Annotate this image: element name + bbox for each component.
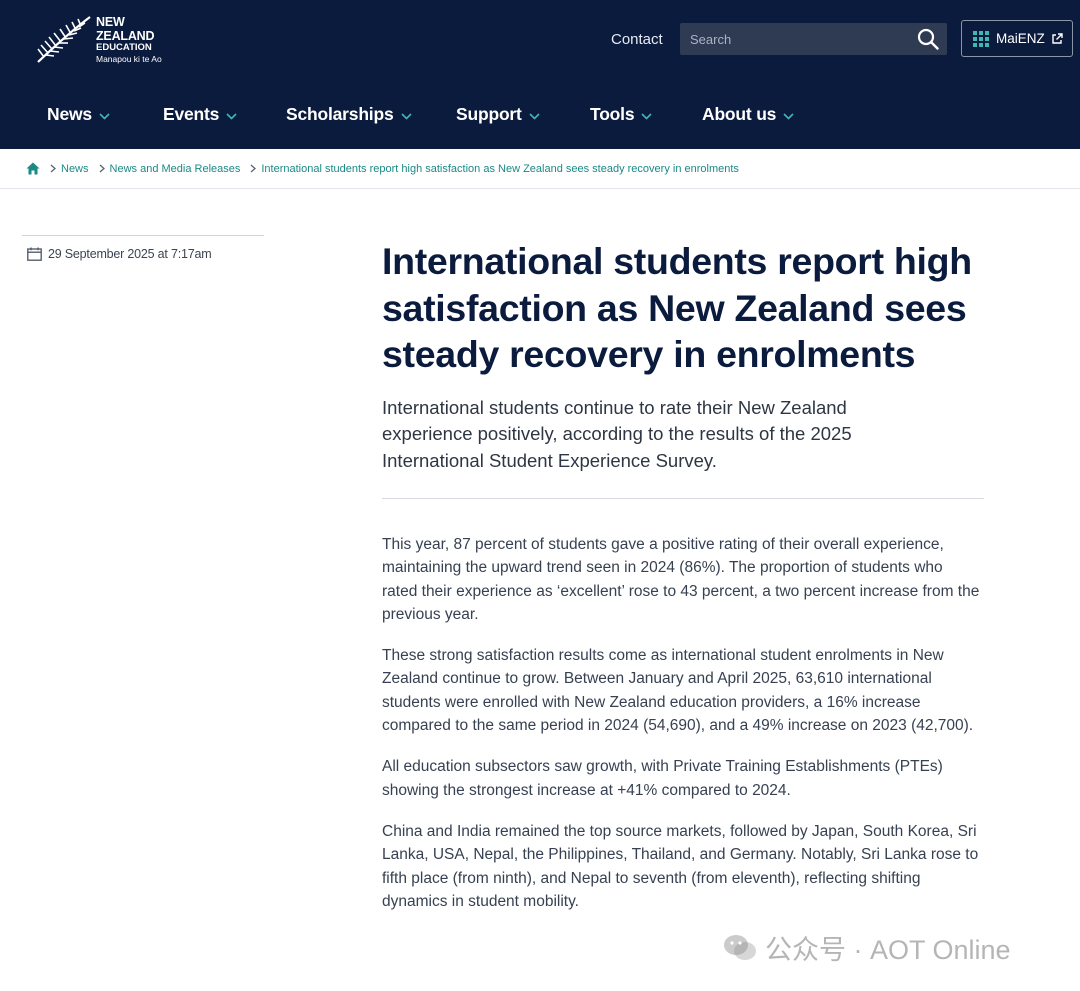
logo-line-1: NEW ZEALAND: [96, 15, 155, 43]
breadcrumb-separator: [250, 164, 257, 173]
chevron-down-icon: [641, 113, 652, 120]
calendar-icon: [27, 247, 42, 261]
nav-item-scholarships[interactable]: Scholarships: [286, 104, 412, 125]
meta-divider: [22, 235, 264, 236]
nav-item-label: Scholarships: [286, 104, 394, 124]
maienz-button[interactable]: MaiENZ: [961, 20, 1073, 57]
site-header: NEW ZEALAND EDUCATION Manapou ki te Ao C…: [0, 0, 1080, 149]
nav-item-label: Tools: [590, 104, 635, 124]
external-link-icon: [1052, 32, 1063, 44]
article-paragraph: China and India remained the top source …: [382, 822, 979, 910]
chevron-down-icon: [400, 113, 412, 120]
logo-wordmark: NEW ZEALAND EDUCATION Manapou ki te Ao: [96, 16, 184, 63]
nav-item-label: Events: [163, 104, 220, 124]
wechat-icon: [724, 934, 756, 960]
logo-line-2: EDUCATION: [96, 41, 152, 53]
article-paragraph: These strong satisfaction results come a…: [382, 647, 974, 735]
watermark: 公众号 · AOT Online: [723, 928, 1011, 967]
nav-item-support[interactable]: Support: [456, 104, 540, 125]
breadcrumb-news[interactable]: News: [61, 163, 89, 175]
nav-item-label: Support: [456, 104, 522, 124]
chevron-down-icon: [99, 113, 110, 120]
article-divider: [382, 498, 984, 499]
chevron-right-icon: [50, 164, 56, 173]
search-box: [680, 23, 947, 55]
silver-fern-icon: [37, 16, 91, 63]
article-body: This year, 87 percent of students gave a…: [382, 533, 982, 913]
chevron-right-icon: [99, 164, 105, 173]
watermark-text: 公众号 · AOT Online: [765, 935, 1011, 965]
article-paragraph: This year, 87 percent of students gave a…: [382, 536, 980, 623]
search-icon: [917, 28, 939, 50]
main-nav: News Events Scholarships Support Tools A…: [0, 96, 1080, 136]
home-icon: [26, 162, 40, 175]
logo-line-3: Manapou ki te Ao: [96, 53, 162, 64]
chevron-down-icon: [783, 113, 794, 120]
breadcrumb-current-page[interactable]: International students report high satis…: [261, 163, 739, 175]
article: International students report high satis…: [382, 238, 992, 931]
breadcrumb-news-media-releases[interactable]: News and Media Releases: [110, 163, 241, 175]
nav-item-events[interactable]: Events: [163, 104, 237, 125]
nav-item-tools[interactable]: Tools: [590, 104, 652, 125]
nav-item-label: News: [47, 104, 92, 124]
maienz-label: MaiENZ: [996, 31, 1045, 46]
chevron-right-icon: [250, 164, 257, 173]
nav-item-label: About us: [702, 104, 777, 124]
article-paragraph: All education subsectors saw growth, wit…: [382, 758, 943, 799]
nav-item-about-us[interactable]: About us: [702, 104, 794, 125]
chevron-down-icon: [226, 113, 237, 120]
publish-date: 29 September 2025 at 7:17am: [27, 247, 212, 261]
grid-icon: [973, 30, 989, 47]
site-logo[interactable]: NEW ZEALAND EDUCATION Manapou ki te Ao: [34, 14, 184, 66]
search-button[interactable]: [915, 26, 941, 52]
breadcrumb-separator: [99, 164, 105, 173]
breadcrumb-home[interactable]: [26, 162, 40, 175]
publish-date-text: 29 September 2025 at 7:17am: [48, 247, 212, 261]
page-title: International students report high satis…: [382, 240, 972, 375]
search-input[interactable]: [680, 23, 905, 55]
breadcrumb-separator: [50, 164, 56, 173]
nav-item-news[interactable]: News: [47, 104, 110, 125]
chevron-down-icon: [529, 113, 540, 120]
article-lede: International students continue to rate …: [382, 396, 852, 471]
breadcrumb: News News and Media Releases Internation…: [0, 149, 1080, 189]
contact-link[interactable]: Contact: [611, 31, 663, 48]
